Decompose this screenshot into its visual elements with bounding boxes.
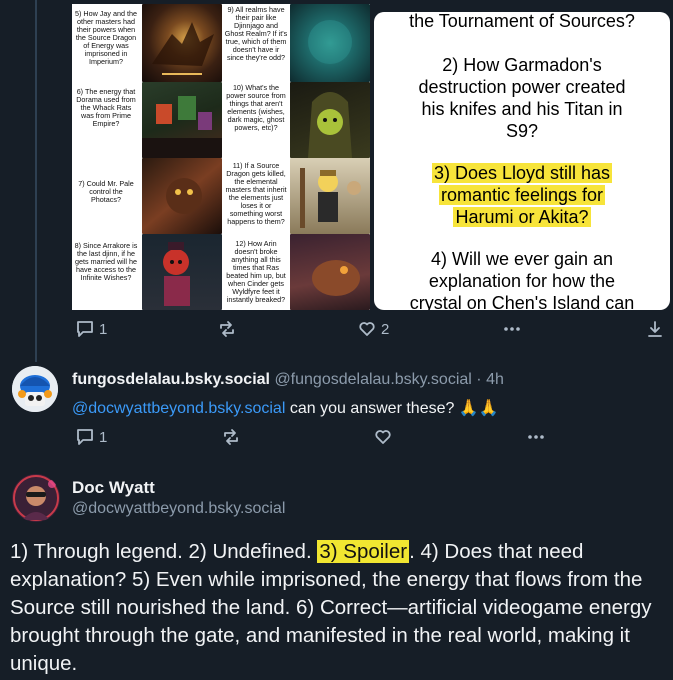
post-image-attachment[interactable]: 5) How Jay and the other masters had the… [72,4,672,310]
question-10: 10) What's the power source from things … [226,83,286,132]
like-count: 2 [381,320,390,338]
thread-connector-line [35,0,37,362]
question-6: 6) The energy that Dorama used from the … [76,87,136,128]
question-2-line-1: 2) How Garmadon's [442,55,602,75]
question-3-line-2: romantic feelings for [438,185,606,205]
separator-dot: · [476,371,482,388]
question-3-line-1: 3) Does Lloyd still has [431,163,613,183]
arrakore-picture [142,234,222,310]
more-options-button[interactable] [502,320,522,338]
source-dragon-picture [142,4,222,82]
question-2-line-4: S9? [505,121,539,141]
post-2-header: fungosdelalau.bsky.social @fungosdelalau… [72,371,504,389]
reply-count: 1 [99,320,108,338]
question-2-line-2: destruction power created [418,77,626,97]
reply-button[interactable]: 1 [76,320,107,338]
avatar[interactable] [12,474,60,522]
textcard-top-line: the Tournament of Sources? [409,12,635,31]
question-collage-image[interactable]: 5) How Jay and the other masters had the… [72,4,370,310]
post-2-body: @docwyattbeyond.bsky.social can you answ… [72,398,499,418]
question-9: 9) All realms have their pair like Djinn… [224,5,288,62]
download-icon [648,321,662,337]
like-button[interactable]: 2 [358,320,389,338]
post-2-action-bar: 1 [72,428,672,452]
question-11: 11) If a Source Dragon gets killed, the … [225,161,287,226]
speech-bubble-icon [77,429,93,445]
hooded-witch-picture [290,82,370,158]
avatar[interactable] [12,366,58,412]
heart-icon [375,430,391,444]
ellipsis-icon [528,435,544,439]
arin-fight-picture [290,234,370,310]
repost-button[interactable] [218,320,236,338]
mention-link[interactable]: @docwyattbeyond.bsky.social [72,400,285,417]
answer-text-start: 1) Through legend. 2) Undefined. [10,540,318,563]
question-text-card[interactable]: the Tournament of Sources? 2) How Garmad… [374,12,670,310]
ellipsis-icon [504,327,520,331]
ghost-realm-picture [290,4,370,82]
heart-icon [359,322,375,336]
reply-button[interactable]: 1 [76,428,107,446]
minifigures-picture [290,158,370,234]
user-handle[interactable]: @docwyattbeyond.bsky.social [72,500,285,518]
post-2-text: can you answer these? [289,400,455,417]
download-button[interactable] [646,320,664,338]
question-4-line-1: 4) Will we ever gain an [430,249,614,269]
question-3-line-3: Harumi or Akita? [453,207,591,227]
display-name[interactable]: fungosdelalau.bsky.social [72,371,270,388]
like-button[interactable] [374,428,392,446]
question-4-line-3: crystal on Chen's Island can [409,293,635,310]
whack-rats-picture [142,82,222,158]
question-8: 8) Since Arrakore is the last djinn, if … [74,241,138,282]
repost-button[interactable] [222,428,240,446]
spoiler-highlight: 3) Spoiler [317,540,410,563]
mr-pale-picture [142,158,222,234]
question-2-line-3: his knifes and his Titan in [421,99,623,119]
repost-arrows-icon [224,429,238,445]
question-4-line-2: explanation for how the [428,271,616,291]
user-handle[interactable]: @fungosdelalau.bsky.social [274,371,471,388]
focused-post-body: 1) Through legend. 2) Undefined. 3) Spoi… [10,538,670,678]
reply-count: 1 [99,428,108,446]
prayer-emoji: 🙏🙏 [458,400,499,417]
speech-bubble-icon [77,321,93,337]
display-name[interactable]: Doc Wyatt [72,478,155,498]
repost-arrows-icon [220,321,234,337]
question-7: 7) Could Mr. Pale control the Photacs? [78,179,134,204]
question-5: 5) How Jay and the other masters had the… [75,9,137,66]
question-12: 12) How Arin doesn't broke anything all … [226,239,286,304]
post-1-action-bar: 1 2 [72,320,672,344]
more-options-button[interactable] [526,428,546,446]
post-timestamp[interactable]: 4h [486,371,504,388]
